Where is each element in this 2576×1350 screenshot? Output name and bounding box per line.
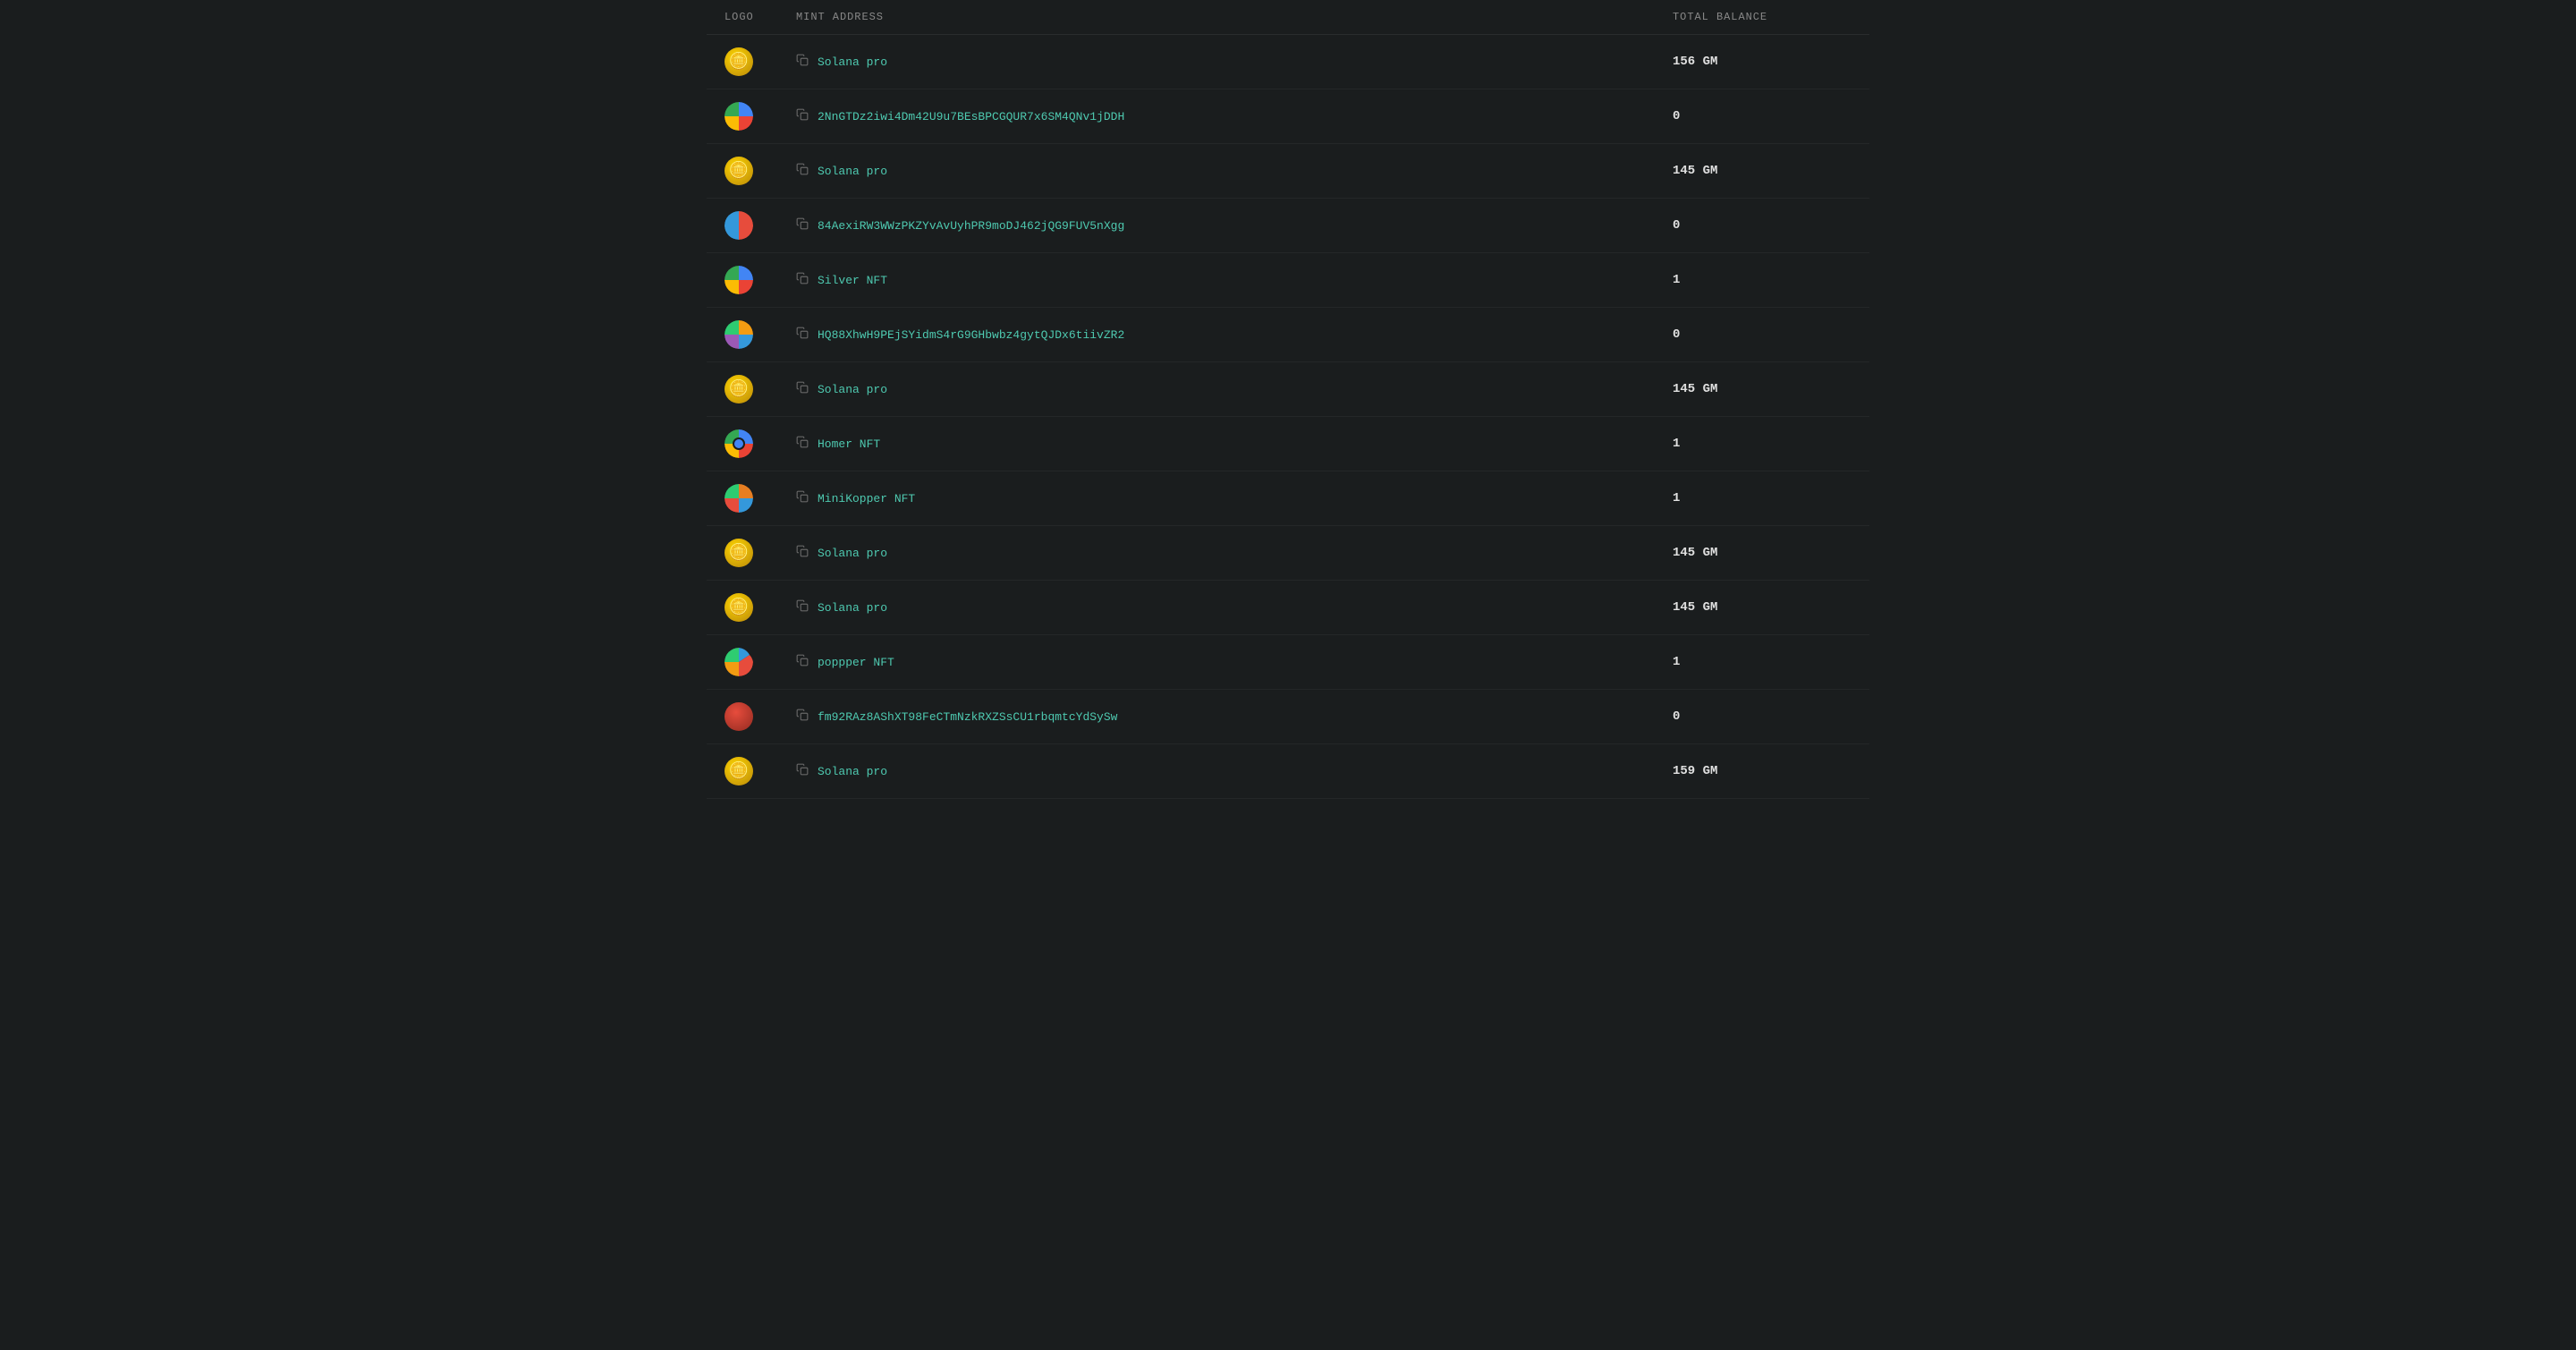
copy-icon[interactable] <box>796 545 809 562</box>
logo-cell <box>724 211 796 240</box>
copy-icon[interactable] <box>796 327 809 344</box>
balance-cell: 0 <box>1673 709 1852 724</box>
mint-address-text: Solana pro <box>818 383 887 396</box>
table-header: LOGO MINT ADDRESS TOTAL BALANCE <box>707 0 1869 35</box>
copy-icon[interactable] <box>796 108 809 125</box>
balance-cell: 0 <box>1673 218 1852 233</box>
copy-icon[interactable] <box>796 381 809 398</box>
table-row: fm92RAz8AShXT98FeCTmNzkRXZSsCU1rbqmtcYdS… <box>707 690 1869 744</box>
copy-icon[interactable] <box>796 163 809 180</box>
mint-cell: Solana pro <box>796 54 1673 71</box>
balance-cell: 156 GM <box>1673 55 1852 69</box>
mint-cell: 84AexiRW3WWzPKZYvAvUyhPR9moDJ462jQG9FUV5… <box>796 217 1673 234</box>
balance-cell: 1 <box>1673 437 1852 451</box>
mint-cell: 2NnGTDz2iwi4Dm42U9u7BEsBPCGQUR7x6SM4QNv1… <box>796 108 1673 125</box>
balance-cell: 0 <box>1673 327 1852 342</box>
mint-cell: fm92RAz8AShXT98FeCTmNzkRXZSsCU1rbqmtcYdS… <box>796 709 1673 726</box>
mint-col-header: MINT ADDRESS <box>796 11 1673 23</box>
mint-address-text: HQ88XhwH9PEjSYidmS4rG9GHbwbz4gytQJDx6tii… <box>818 328 1124 342</box>
balance-cell: 159 GM <box>1673 764 1852 778</box>
mint-address-text: Solana pro <box>818 547 887 560</box>
logo-cell <box>724 266 796 294</box>
table-row: 🪙 Solana pro 145 GM <box>707 581 1869 635</box>
logo-cell <box>724 320 796 349</box>
mint-cell: Solana pro <box>796 599 1673 616</box>
table-row: poppper NFT 1 <box>707 635 1869 690</box>
logo-cell <box>724 102 796 131</box>
table-row: 🪙 Solana pro 156 GM <box>707 35 1869 89</box>
logo-cell: 🪙 <box>724 375 796 403</box>
mint-address-text: Solana pro <box>818 601 887 615</box>
table-row: 2NnGTDz2iwi4Dm42U9u7BEsBPCGQUR7x6SM4QNv1… <box>707 89 1869 144</box>
logo-col-header: LOGO <box>724 11 796 23</box>
table-row: 🪙 Solana pro 145 GM <box>707 362 1869 417</box>
mint-address-text: 2NnGTDz2iwi4Dm42U9u7BEsBPCGQUR7x6SM4QNv1… <box>818 110 1124 123</box>
mint-address-text: Solana pro <box>818 165 887 178</box>
copy-icon[interactable] <box>796 217 809 234</box>
table-body: 🪙 Solana pro 156 GM 2NnGTDz2iwi4Dm42U9u7B… <box>707 35 1869 799</box>
balance-cell: 1 <box>1673 273 1852 287</box>
mint-address-text: fm92RAz8AShXT98FeCTmNzkRXZSsCU1rbqmtcYdS… <box>818 710 1117 724</box>
mint-cell: Homer NFT <box>796 436 1673 453</box>
mint-cell: MiniKopper NFT <box>796 490 1673 507</box>
mint-address-text: Silver NFT <box>818 274 887 287</box>
table-row: 84AexiRW3WWzPKZYvAvUyhPR9moDJ462jQG9FUV5… <box>707 199 1869 253</box>
copy-icon[interactable] <box>796 436 809 453</box>
table-row: MiniKopper NFT 1 <box>707 471 1869 526</box>
mint-address-text: Solana pro <box>818 55 887 69</box>
table-row: Homer NFT 1 <box>707 417 1869 471</box>
copy-icon[interactable] <box>796 490 809 507</box>
copy-icon[interactable] <box>796 54 809 71</box>
mint-address-text: poppper NFT <box>818 656 894 669</box>
mint-address-text: 84AexiRW3WWzPKZYvAvUyhPR9moDJ462jQG9FUV5… <box>818 219 1124 233</box>
balance-cell: 145 GM <box>1673 546 1852 560</box>
balance-cell: 1 <box>1673 655 1852 669</box>
mint-address-text: Homer NFT <box>818 437 880 451</box>
mint-cell: HQ88XhwH9PEjSYidmS4rG9GHbwbz4gytQJDx6tii… <box>796 327 1673 344</box>
copy-icon[interactable] <box>796 763 809 780</box>
copy-icon[interactable] <box>796 709 809 726</box>
balance-cell: 0 <box>1673 109 1852 123</box>
mint-address-text: Solana pro <box>818 765 887 778</box>
table-row: HQ88XhwH9PEjSYidmS4rG9GHbwbz4gytQJDx6tii… <box>707 308 1869 362</box>
logo-cell: 🪙 <box>724 47 796 76</box>
table-row: 🪙 Solana pro 145 GM <box>707 526 1869 581</box>
balance-cell: 145 GM <box>1673 164 1852 178</box>
table-row: 🪙 Solana pro 159 GM <box>707 744 1869 799</box>
balance-col-header: TOTAL BALANCE <box>1673 11 1852 23</box>
logo-cell: 🪙 <box>724 593 796 622</box>
logo-cell: 🪙 <box>724 539 796 567</box>
table-row: 🪙 Solana pro 145 GM <box>707 144 1869 199</box>
mint-cell: poppper NFT <box>796 654 1673 671</box>
mint-cell: Solana pro <box>796 163 1673 180</box>
mint-cell: Silver NFT <box>796 272 1673 289</box>
copy-icon[interactable] <box>796 654 809 671</box>
table-row: Silver NFT 1 <box>707 253 1869 308</box>
balance-cell: 145 GM <box>1673 382 1852 396</box>
logo-cell: 🪙 <box>724 157 796 185</box>
mint-cell: Solana pro <box>796 763 1673 780</box>
balance-cell: 145 GM <box>1673 600 1852 615</box>
copy-icon[interactable] <box>796 272 809 289</box>
logo-cell <box>724 429 796 458</box>
mint-cell: Solana pro <box>796 381 1673 398</box>
logo-cell: 🪙 <box>724 757 796 785</box>
logo-cell <box>724 484 796 513</box>
mint-address-text: MiniKopper NFT <box>818 492 915 505</box>
copy-icon[interactable] <box>796 599 809 616</box>
balance-cell: 1 <box>1673 491 1852 505</box>
logo-cell <box>724 648 796 676</box>
mint-cell: Solana pro <box>796 545 1673 562</box>
logo-cell <box>724 702 796 731</box>
